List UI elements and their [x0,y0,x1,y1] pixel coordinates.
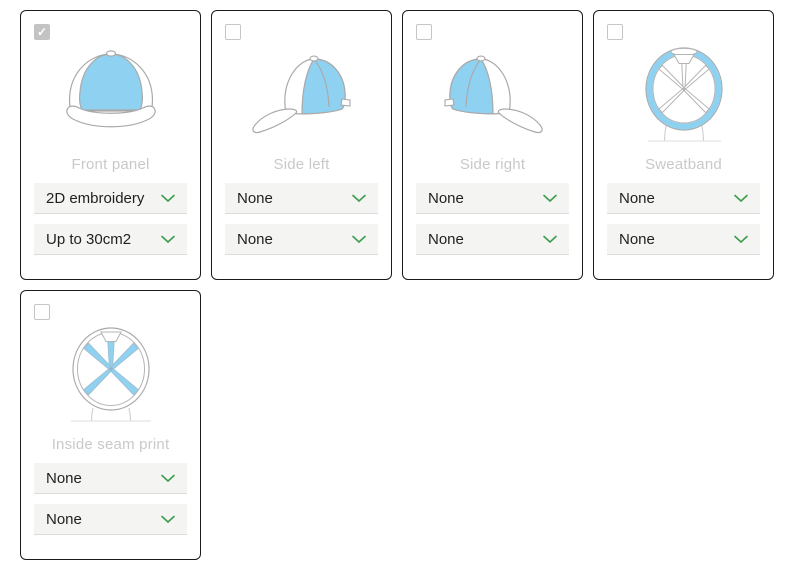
card-label: Side left [225,156,378,173]
inside-seam-print-decoration-select[interactable]: None [34,463,187,494]
chevron-down-icon [734,235,748,244]
front-panel-decoration-select[interactable]: 2D embroidery [34,183,187,214]
inside-seam-print-checkbox[interactable] [34,304,50,320]
selected-value: None [237,231,273,248]
front-panel-size-select[interactable]: Up to 30cm2 [34,224,187,255]
chevron-down-icon [734,194,748,203]
card-label: Side right [416,156,569,173]
card-side-left: Side left None None [211,10,392,280]
chevron-down-icon [543,235,557,244]
sweatband-checkbox[interactable] [607,24,623,40]
card-label: Sweatband [607,156,760,173]
cap-front-icon [34,44,187,144]
inside-seam-print-size-select[interactable]: None [34,504,187,535]
card-inside-seam-print: Inside seam print None None [20,290,201,560]
side-left-checkbox[interactable] [225,24,241,40]
chevron-down-icon [161,194,175,203]
card-front-panel: Front panel 2D embroidery Up to 30cm2 [20,10,201,280]
chevron-down-icon [161,235,175,244]
side-right-size-select[interactable]: None [416,224,569,255]
selected-value: None [46,470,82,487]
card-label: Front panel [34,156,187,173]
cap-side-left-icon [225,44,378,144]
selected-value: None [237,190,273,207]
chevron-down-icon [352,194,366,203]
selected-value: None [428,231,464,248]
side-left-size-select[interactable]: None [225,224,378,255]
selected-value: 2D embroidery [46,190,144,207]
card-label: Inside seam print [34,436,187,453]
selected-value: Up to 30cm2 [46,231,131,248]
selected-value: None [46,511,82,528]
cap-inside-seams-icon [34,324,187,424]
sweatband-size-select[interactable]: None [607,224,760,255]
chevron-down-icon [543,194,557,203]
selected-value: None [619,231,655,248]
cap-side-right-icon [416,44,569,144]
selected-value: None [428,190,464,207]
side-right-checkbox[interactable] [416,24,432,40]
front-panel-checkbox[interactable] [34,24,50,40]
customization-cards: Front panel 2D embroidery Up to 30cm2 [0,0,793,560]
chevron-down-icon [161,474,175,483]
card-sweatband: Sweatband None None [593,10,774,280]
side-right-decoration-select[interactable]: None [416,183,569,214]
card-side-right: Side right None None [402,10,583,280]
cap-inside-sweatband-icon [607,44,760,144]
selected-value: None [619,190,655,207]
chevron-down-icon [161,515,175,524]
chevron-down-icon [352,235,366,244]
sweatband-decoration-select[interactable]: None [607,183,760,214]
side-left-decoration-select[interactable]: None [225,183,378,214]
